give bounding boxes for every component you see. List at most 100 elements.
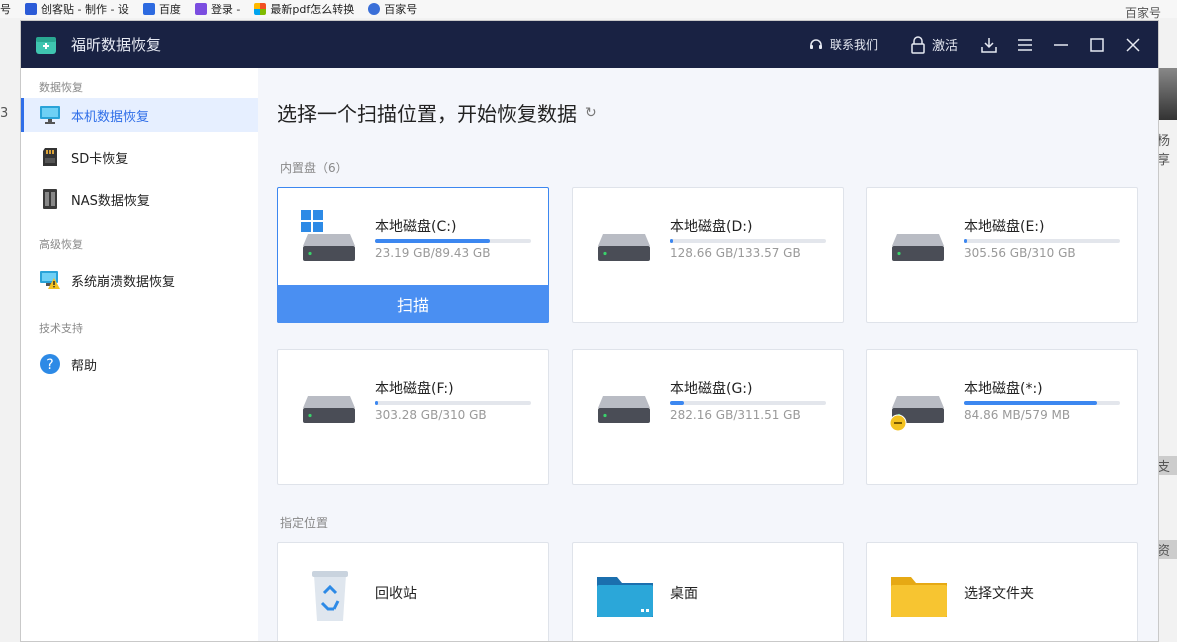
warning-badge-icon — [889, 414, 907, 432]
hard-drive-icon — [303, 396, 355, 423]
sidebar-section-title: 数据恢复 — [39, 81, 83, 94]
sidebar-item-label: 系统崩溃数据恢复 — [71, 274, 176, 290]
sidebar-item-sd-card[interactable]: SD卡恢复 — [21, 140, 258, 174]
sd-card-icon — [39, 146, 61, 168]
menu-button[interactable] — [1012, 32, 1038, 58]
download-button[interactable] — [976, 32, 1002, 58]
location-card-choose-folder[interactable]: 选择文件夹 — [866, 542, 1138, 641]
hard-drive-icon — [892, 234, 944, 261]
drive-name: 本地磁盘(*:) — [964, 381, 1043, 397]
bookmark-item[interactable]: 最新pdf怎么转换 — [254, 1, 354, 17]
sidebar-section-title: 技术支持 — [39, 322, 83, 335]
background-text: 杨享 — [1157, 134, 1171, 168]
bookmark-item[interactable]: 百度 — [142, 1, 181, 17]
locations-label: 指定位置 — [280, 516, 329, 530]
page-title: 选择一个扫描位置，开始恢复数据 ↻ — [277, 102, 597, 126]
close-icon — [1126, 37, 1140, 52]
monitor-icon — [39, 104, 61, 126]
bookmark-icon — [254, 3, 267, 15]
title-bar: 福昕数据恢复 联系我们 激活 — [21, 21, 1158, 68]
location-card-recycle-bin[interactable]: 回收站 — [277, 542, 549, 641]
minimize-button[interactable] — [1048, 32, 1074, 58]
bookmark-icon — [25, 3, 37, 15]
hard-drive-icon — [303, 234, 355, 261]
background-text: 3 — [0, 106, 9, 121]
sidebar: 数据恢复 本机数据恢复 SD卡恢复 NAS数据恢复 高级恢复 系统崩溃数据恢复 … — [21, 68, 258, 641]
location-name: 桌面 — [670, 586, 698, 602]
sidebar-item-system-crash[interactable]: 系统崩溃数据恢复 — [21, 263, 258, 297]
drive-usage-bar — [670, 239, 826, 243]
contact-us-button[interactable]: 联系我们 — [808, 36, 878, 53]
desktop-folder-icon — [597, 577, 653, 617]
drive-card-unknown[interactable]: 本地磁盘(*:) 84.86 MB/579 MB — [866, 349, 1138, 485]
bookmark-item[interactable]: 号 — [0, 1, 11, 17]
sidebar-item-label: SD卡恢复 — [71, 151, 129, 167]
main-content: 选择一个扫描位置，开始恢复数据 ↻ 内置盘（6） 本地磁盘(C:) 23.19 … — [258, 68, 1158, 641]
svg-text:?: ? — [46, 357, 53, 373]
sidebar-item-label: 帮助 — [71, 358, 98, 374]
drive-size: 282.16 GB/311.51 GB — [670, 408, 801, 422]
drive-card-g[interactable]: 本地磁盘(G:) 282.16 GB/311.51 GB — [572, 349, 844, 485]
drive-size: 303.28 GB/310 GB — [375, 408, 487, 422]
drive-name: 本地磁盘(E:) — [964, 219, 1045, 235]
drive-card-e[interactable]: 本地磁盘(E:) 305.56 GB/310 GB — [866, 187, 1138, 323]
bookmark-item[interactable]: 百家号 — [368, 1, 417, 17]
baidu-icon — [142, 3, 155, 15]
sidebar-item-label: NAS数据恢复 — [71, 193, 150, 209]
hard-drive-icon — [598, 396, 650, 423]
bookmark-icon — [368, 3, 381, 15]
app-title: 福昕数据恢复 — [71, 36, 162, 54]
drive-usage-fill — [964, 401, 1097, 405]
sidebar-item-label: 本机数据恢复 — [71, 109, 150, 125]
bookmark-icon — [194, 3, 207, 15]
drive-card-d[interactable]: 本地磁盘(D:) 128.66 GB/133.57 GB — [572, 187, 844, 323]
lock-icon — [911, 35, 925, 54]
background-text: 百家号 — [1125, 6, 1162, 20]
maximize-icon — [1090, 37, 1104, 52]
drive-usage-fill — [670, 239, 674, 243]
drive-usage-bar — [964, 239, 1120, 243]
maximize-button[interactable] — [1084, 32, 1110, 58]
drive-usage-bar — [375, 239, 531, 243]
system-crash-icon — [39, 269, 61, 291]
close-button[interactable] — [1120, 32, 1146, 58]
download-icon — [981, 37, 997, 53]
nas-icon — [39, 188, 61, 210]
background-text: 资 — [1157, 540, 1177, 559]
drive-usage-bar — [375, 401, 531, 405]
browser-bookmarks-bar: 号 创客贴 - 制作 - 设 百度 登录 - 最新pdf怎么转换 百家号 — [0, 0, 1177, 18]
drive-usage-fill — [670, 401, 685, 405]
sidebar-item-nas[interactable]: NAS数据恢复 — [21, 182, 258, 216]
drive-card-c[interactable]: 本地磁盘(C:) 23.19 GB/89.43 GB 扫描 — [277, 187, 549, 323]
internal-drives-label: 内置盘（6） — [280, 161, 348, 175]
drive-name: 本地磁盘(C:) — [375, 219, 457, 235]
refresh-icon[interactable]: ↻ — [585, 105, 597, 121]
drive-size: 84.86 MB/579 MB — [964, 408, 1071, 422]
sidebar-section-title: 高级恢复 — [39, 238, 83, 251]
activate-button[interactable]: 激活 — [910, 35, 958, 54]
app-logo-icon — [36, 36, 56, 54]
bookmark-item[interactable]: 创客贴 - 制作 - 设 — [25, 1, 129, 17]
recycle-bin-icon — [312, 571, 348, 621]
location-card-desktop[interactable]: 桌面 — [572, 542, 844, 641]
minimize-icon — [1054, 43, 1068, 46]
windows-logo-icon — [301, 210, 323, 232]
drive-usage-bar — [964, 401, 1120, 405]
drive-name: 本地磁盘(D:) — [670, 219, 753, 235]
background-image — [1157, 68, 1177, 120]
background-text: 支 — [1157, 456, 1177, 475]
scan-button[interactable]: 扫描 — [277, 285, 549, 323]
location-name: 回收站 — [375, 586, 417, 602]
drive-card-f[interactable]: 本地磁盘(F:) 303.28 GB/310 GB — [277, 349, 549, 485]
location-name: 选择文件夹 — [964, 586, 1034, 602]
sidebar-item-help[interactable]: ? 帮助 — [21, 347, 258, 381]
drive-usage-fill — [964, 239, 968, 243]
drive-name: 本地磁盘(G:) — [670, 381, 753, 397]
drive-usage-fill — [375, 239, 491, 243]
drive-size: 128.66 GB/133.57 GB — [670, 246, 801, 260]
app-window: 福昕数据恢复 联系我们 激活 数据恢复 本机数据恢复 SD卡恢复 NAS数据恢复… — [20, 20, 1159, 642]
bookmark-item[interactable]: 登录 - — [194, 1, 240, 17]
drive-name: 本地磁盘(F:) — [375, 381, 454, 397]
drive-size: 23.19 GB/89.43 GB — [375, 246, 491, 260]
sidebar-item-local-recovery[interactable]: 本机数据恢复 — [21, 98, 258, 132]
